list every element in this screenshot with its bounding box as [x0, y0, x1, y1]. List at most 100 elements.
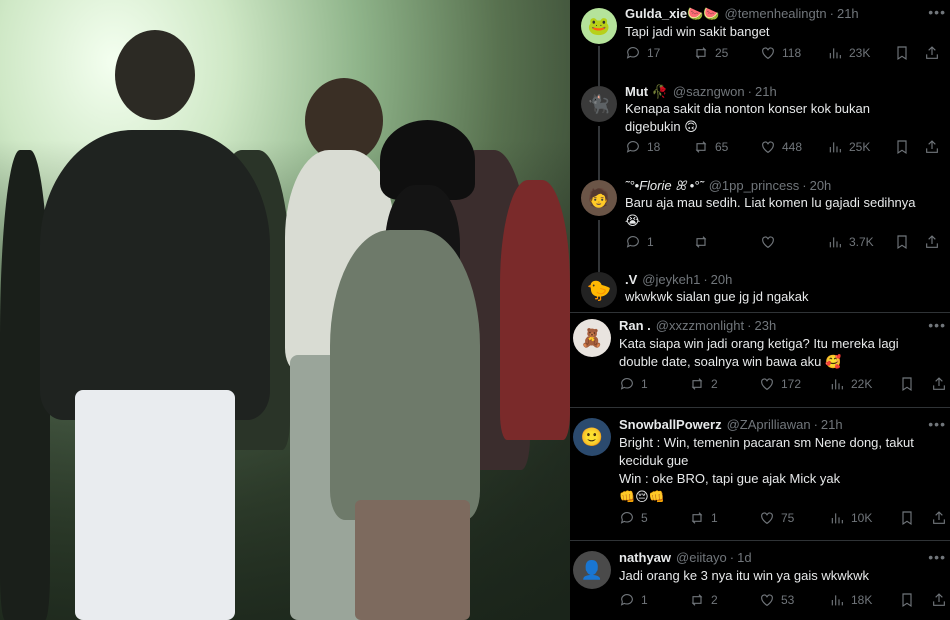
- bookmark-icon: [897, 46, 907, 61]
- author-name[interactable]: SnowballPowerz: [619, 417, 722, 432]
- share-button[interactable]: [924, 234, 940, 250]
- avatar[interactable]: 👤: [573, 551, 611, 589]
- reply-button[interactable]: 5: [619, 510, 689, 526]
- repost-button[interactable]: 2: [689, 592, 759, 608]
- author-handle[interactable]: @xxzzmonlight: [656, 318, 744, 333]
- like-button[interactable]: 448: [760, 139, 827, 155]
- concert-photo[interactable]: [0, 0, 570, 620]
- author-name[interactable]: Gulda_xie🍉🍉: [625, 6, 720, 22]
- share-button[interactable]: [924, 139, 940, 155]
- like-button[interactable]: 53: [759, 592, 829, 608]
- more-icon[interactable]: •••: [928, 317, 946, 333]
- author-handle[interactable]: @jeykeh1: [642, 272, 700, 287]
- reply-text: wkwkwk sialan gue jg jd ngakak: [625, 289, 809, 304]
- reply-item[interactable]: 🐤 .V @jeykeh1 · 20h wkwkwk sialan gue jg…: [570, 268, 950, 312]
- reply-item[interactable]: 🐸 Gulda_xie🍉🍉 @temenhealingtn · 21h ••• …: [570, 0, 950, 80]
- author-handle[interactable]: @1pp_princess: [709, 178, 800, 193]
- more-icon[interactable]: •••: [928, 4, 946, 20]
- author-handle[interactable]: @sazngwon: [673, 84, 745, 99]
- reply-button[interactable]: 1: [619, 592, 689, 608]
- like-button[interactable]: 172: [759, 376, 829, 392]
- author-handle[interactable]: @ZAprilliawan: [727, 417, 811, 432]
- avatar[interactable]: 🐤: [581, 272, 617, 308]
- reply-button[interactable]: 1: [619, 376, 689, 392]
- bookmark-button[interactable]: [894, 139, 924, 155]
- reply-icon: [626, 236, 639, 248]
- author-name[interactable]: .V: [625, 272, 637, 287]
- timestamp[interactable]: 20h: [810, 178, 832, 193]
- views-icon: [831, 513, 843, 524]
- like-button[interactable]: 118: [760, 45, 827, 61]
- thread-connector: [598, 172, 600, 180]
- author-name[interactable]: nathyaw: [619, 550, 671, 565]
- reply-button[interactable]: 17: [625, 45, 693, 61]
- avatar[interactable]: 🐸: [581, 8, 617, 44]
- person-torso: [330, 230, 480, 520]
- avatar[interactable]: 🙂: [573, 418, 611, 456]
- person-silhouette: [500, 180, 570, 440]
- thread-connector: [598, 46, 600, 80]
- person-legs: [355, 500, 470, 620]
- author-handle[interactable]: @eiitayo: [676, 550, 727, 565]
- action-bar: 17 25 118 23K: [625, 45, 940, 61]
- timestamp[interactable]: 21h: [837, 6, 859, 21]
- author-handle[interactable]: @temenhealingtn: [725, 6, 827, 21]
- repost-icon: [691, 512, 703, 524]
- repost-button[interactable]: [693, 234, 760, 250]
- reply-item[interactable]: 🐈‍⬛ Mut 🥀 @sazngwon · 21h Kenapa sakit d…: [570, 80, 950, 172]
- share-button[interactable]: [931, 592, 947, 608]
- views-button[interactable]: 3.7K: [827, 234, 894, 250]
- repost-icon: [695, 236, 707, 248]
- timestamp[interactable]: 21h: [755, 84, 777, 99]
- more-icon[interactable]: •••: [928, 549, 946, 565]
- repost-icon: [691, 594, 703, 606]
- share-icon: [926, 46, 938, 59]
- repost-button[interactable]: 1: [689, 510, 759, 526]
- views-button[interactable]: 25K: [827, 139, 894, 155]
- bookmark-icon: [902, 377, 912, 392]
- reply-item[interactable]: 🧑 ˜°•Florie ꕤ •°˜ @1pp_princess · 20h Ba…: [570, 172, 950, 268]
- avatar[interactable]: 🧸: [573, 319, 611, 357]
- reply-text: Bright : Win, temenin pacaran sm Nene do…: [619, 435, 914, 504]
- timestamp[interactable]: 1d: [737, 550, 751, 565]
- share-button[interactable]: [931, 510, 947, 526]
- views-button[interactable]: 22K: [829, 376, 899, 392]
- repost-button[interactable]: 65: [693, 139, 760, 155]
- bookmark-button[interactable]: [899, 592, 931, 608]
- reply-item[interactable]: 🧸 Ran . @xxzzmonlight · 23h ••• Kata sia…: [570, 313, 950, 407]
- more-icon[interactable]: •••: [928, 416, 946, 432]
- bookmark-button[interactable]: [894, 45, 924, 61]
- repost-button[interactable]: 25: [693, 45, 760, 61]
- separator-dot: ·: [703, 272, 708, 287]
- bookmark-button[interactable]: [899, 510, 931, 526]
- repost-icon: [695, 47, 707, 59]
- timestamp[interactable]: 20h: [711, 272, 733, 287]
- bookmark-button[interactable]: [894, 234, 924, 250]
- reply-text: Jadi orang ke 3 nya itu win ya gais wkwk…: [619, 568, 870, 583]
- author-name[interactable]: Ran .: [619, 318, 651, 333]
- author-name[interactable]: Mut 🥀: [625, 84, 668, 100]
- reply-button[interactable]: 1: [625, 234, 693, 250]
- author-name[interactable]: ˜°•Florie ꕤ •°˜: [625, 178, 704, 194]
- heart-icon: [762, 47, 774, 60]
- views-button[interactable]: 10K: [829, 510, 899, 526]
- views-button[interactable]: 23K: [827, 45, 894, 61]
- bookmark-button[interactable]: [899, 376, 931, 392]
- views-icon: [829, 237, 841, 248]
- timestamp[interactable]: 21h: [821, 417, 843, 432]
- share-button[interactable]: [924, 45, 940, 61]
- share-button[interactable]: [931, 376, 947, 392]
- like-button[interactable]: 75: [759, 510, 829, 526]
- avatar[interactable]: 🧑: [581, 180, 617, 216]
- reply-item[interactable]: 🙂 SnowballPowerz @ZAprilliawan · 21h •••…: [570, 408, 950, 540]
- like-button[interactable]: [760, 234, 827, 250]
- reply-item[interactable]: 👤 nathyaw @eiitayo · 1d ••• Jadi orang k…: [570, 541, 950, 620]
- avatar[interactable]: 🐈‍⬛: [581, 86, 617, 122]
- timestamp[interactable]: 23h: [754, 318, 776, 333]
- heart-icon: [762, 236, 774, 249]
- reply-text: Baru aja mau sedih. Liat komen lu gajadi…: [625, 195, 916, 228]
- separator-dot: ·: [747, 84, 752, 99]
- repost-button[interactable]: 2: [689, 376, 759, 392]
- reply-button[interactable]: 18: [625, 139, 693, 155]
- views-button[interactable]: 18K: [829, 592, 899, 608]
